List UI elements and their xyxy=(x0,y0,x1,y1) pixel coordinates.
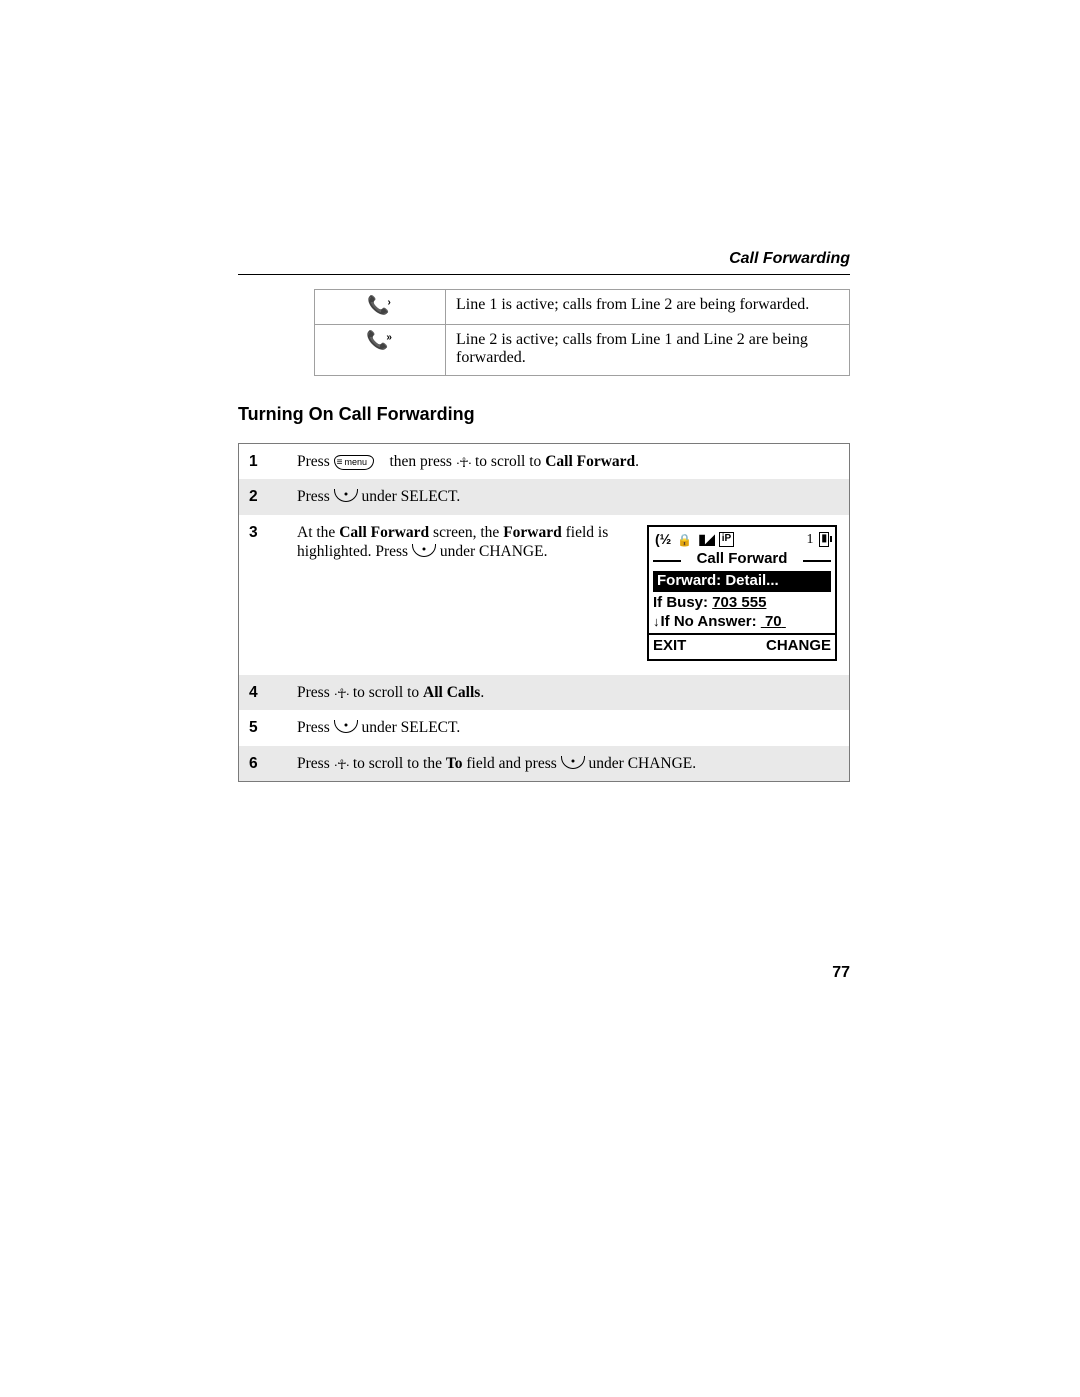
softkey-icon xyxy=(412,544,436,557)
battery-icon xyxy=(819,532,829,547)
step-text: Press under SELECT. xyxy=(287,479,850,514)
softkey-icon xyxy=(334,489,358,502)
screen-title: Call Forward xyxy=(649,550,835,569)
scroll-key-icon: ·☥· xyxy=(334,686,349,702)
handset-screen: (½ iP 1 Call Forward Forward: Detail... … xyxy=(647,525,837,661)
steps-table: 1 Press menu then press ·☥· to scroll to… xyxy=(238,443,850,782)
step-text: Press menu then press ·☥· to scroll to C… xyxy=(287,444,850,480)
phone-fwd-line2-icon: 📞» xyxy=(366,331,394,349)
step-text: Press under SELECT. xyxy=(287,710,850,745)
scroll-key-icon: ·☥· xyxy=(334,757,349,773)
ip-badge: iP xyxy=(719,532,734,547)
screen-row: If Busy: 703 555 xyxy=(649,594,835,613)
step-number: 4 xyxy=(239,675,288,710)
icon-desc: Line 2 is active; calls from Line 1 and … xyxy=(446,325,850,376)
softkey-icon xyxy=(334,720,358,733)
step-number: 3 xyxy=(239,515,288,675)
screen-row: If No Answer: 70 xyxy=(649,613,835,632)
phone-fwd-line1-icon: 📞› xyxy=(367,296,393,314)
running-head: Call Forwarding xyxy=(238,250,850,268)
lock-icon xyxy=(677,531,692,549)
step-number: 1 xyxy=(239,444,288,480)
section-heading: Turning On Call Forwarding xyxy=(238,404,850,425)
softkey-left-label: EXIT xyxy=(653,637,686,656)
softkey-right-label: CHANGE xyxy=(766,637,831,656)
phone-status-icon: (½ xyxy=(655,531,671,549)
menu-key-icon: menu xyxy=(334,455,374,470)
signal-icon xyxy=(698,531,712,549)
step-text: Press ·☥· to scroll to the To field and … xyxy=(287,746,850,782)
softkey-icon xyxy=(561,756,585,769)
step-number: 6 xyxy=(239,746,288,782)
screen-highlight-row: Forward: Detail... xyxy=(653,571,831,592)
step-text: (½ iP 1 Call Forward Forward: Detail... … xyxy=(287,515,850,675)
scroll-key-icon: ·☥· xyxy=(456,455,471,471)
step-text: Press ·☥· to scroll to All Calls. xyxy=(287,675,850,710)
step-number: 2 xyxy=(239,479,288,514)
down-arrow-icon xyxy=(653,613,661,630)
header-rule xyxy=(238,274,850,275)
line-indicator: 1 xyxy=(806,531,813,549)
step-number: 5 xyxy=(239,710,288,745)
icon-desc: Line 1 is active; calls from Line 2 are … xyxy=(446,290,850,325)
forwarding-icon-table: 📞› Line 1 is active; calls from Line 2 a… xyxy=(314,289,850,376)
page-number: 77 xyxy=(832,964,850,982)
